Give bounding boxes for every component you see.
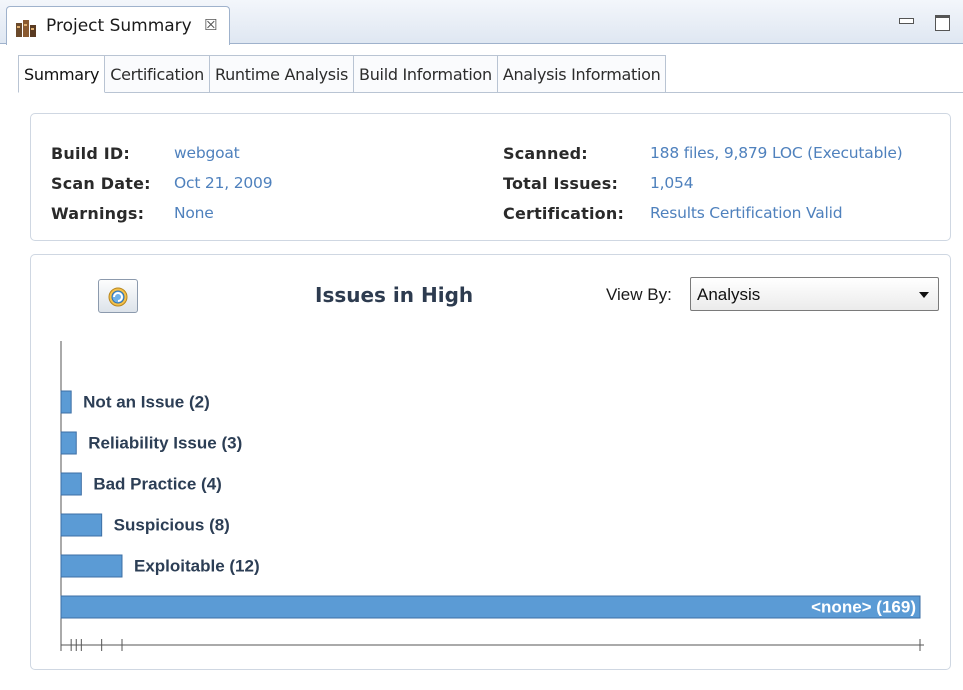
- bar-suspicious[interactable]: [60, 513, 103, 537]
- bar-none[interactable]: [60, 595, 921, 619]
- bar-not-an-issue[interactable]: [60, 390, 72, 414]
- tab-runtime-analysis[interactable]: Runtime Analysis: [209, 55, 355, 93]
- tab-certification[interactable]: Certification: [105, 55, 210, 93]
- chart-panel: Issues in High View By: Analysis Not an …: [30, 254, 951, 670]
- scanned-value: 188 files, 9,879 LOC (Executable): [650, 144, 903, 162]
- certification-label: Certification:: [503, 204, 625, 223]
- bar-label: Not an Issue (2): [83, 392, 210, 411]
- bar-reliability-issue[interactable]: [60, 431, 77, 455]
- bar-label: Exploitable (12): [134, 556, 260, 575]
- total-issues-value: 1,054: [650, 174, 694, 192]
- close-icon[interactable]: ☒: [204, 16, 217, 34]
- warnings-label: Warnings:: [51, 204, 145, 223]
- bar-label: Bad Practice (4): [93, 474, 222, 493]
- bar-label: <none> (169): [811, 597, 916, 616]
- bar-bad-practice[interactable]: [60, 472, 82, 496]
- scan-date-value: Oct 21, 2009: [174, 174, 273, 192]
- scanned-label: Scanned:: [503, 144, 588, 163]
- bars-group: Not an Issue (2) Reliability Issue (3) Bad…: [60, 390, 921, 619]
- bar-label: Reliability Issue (3): [88, 433, 242, 452]
- certification-value: Results Certification Valid: [650, 204, 843, 222]
- bar-label: Suspicious (8): [114, 515, 230, 534]
- view-tab-label: Project Summary: [46, 16, 192, 36]
- project-summary-view-tab[interactable]: Project Summary ☒: [6, 6, 230, 45]
- build-info-panel: Build ID: webgoat Scan Date: Oct 21, 200…: [30, 113, 951, 241]
- issues-bar-chart: Not an Issue (2) Reliability Issue (3) Bad…: [60, 341, 924, 651]
- build-id-label: Build ID:: [51, 144, 131, 163]
- view-tab-bar: Project Summary ☒: [0, 0, 963, 45]
- warnings-value: None: [174, 204, 214, 222]
- total-issues-label: Total Issues:: [503, 174, 619, 193]
- summary-tabs: Summary Certification Runtime Analysis B…: [18, 55, 667, 93]
- tab-analysis-information[interactable]: Analysis Information: [497, 55, 667, 93]
- maximize-button[interactable]: [934, 13, 950, 31]
- tab-summary[interactable]: Summary: [18, 55, 106, 93]
- scan-date-label: Scan Date:: [51, 174, 151, 193]
- project-summary-icon: [15, 18, 39, 38]
- bar-exploitable[interactable]: [60, 554, 123, 578]
- minimize-button[interactable]: [897, 13, 914, 29]
- build-id-value: webgoat: [174, 144, 240, 162]
- tab-build-information[interactable]: Build Information: [354, 55, 498, 93]
